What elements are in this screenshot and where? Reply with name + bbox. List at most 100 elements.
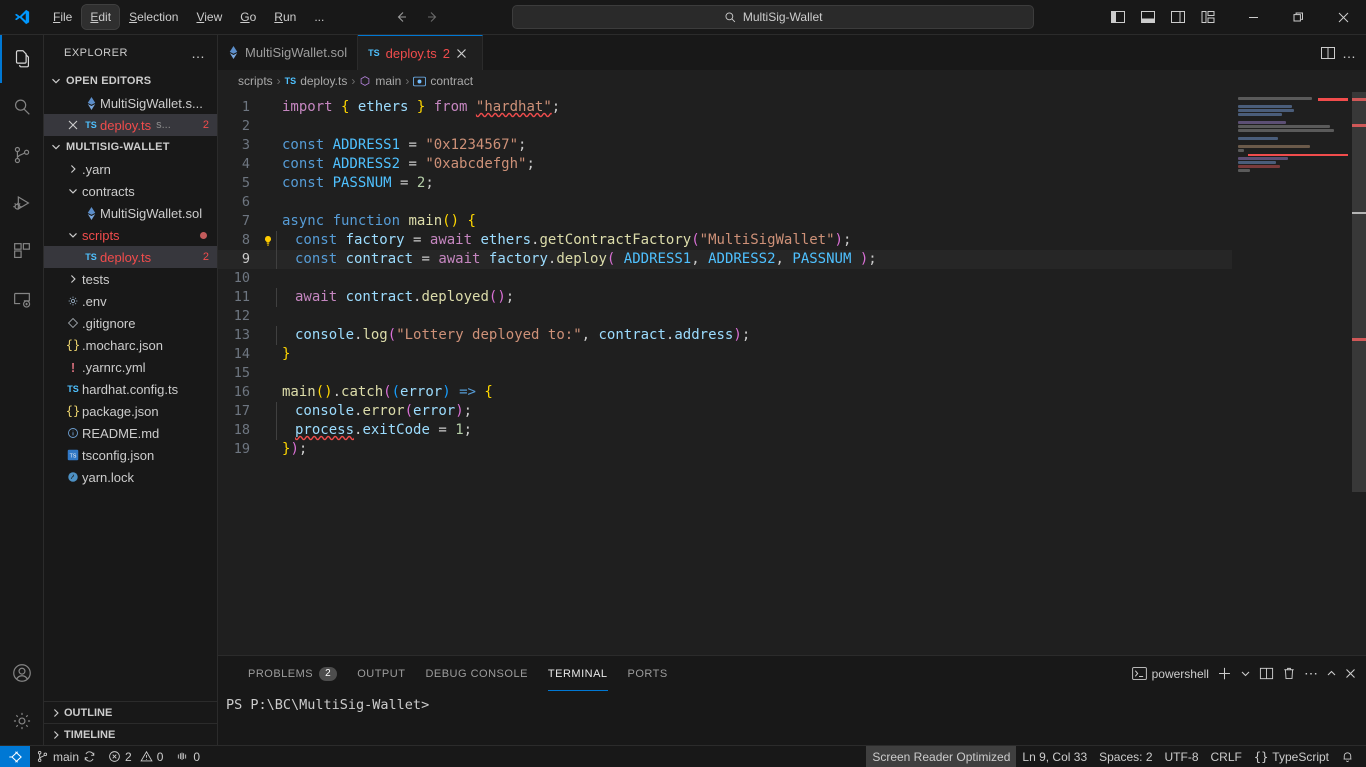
customize-layout-icon[interactable] [1195,4,1221,30]
minimize-button[interactable] [1231,0,1276,35]
breadcrumb-item-deploy-ts[interactable]: TS deploy.ts [285,74,348,88]
trash-icon[interactable] [1282,666,1296,681]
tree-item-tsconfig-json[interactable]: TS tsconfig.json [44,444,217,466]
scrollbar-thumb[interactable] [1352,92,1366,492]
menu-view[interactable]: View [188,5,230,29]
minimap[interactable] [1232,92,1352,655]
close-panel-icon[interactable] [1345,668,1356,679]
menu-go[interactable]: Go [232,5,264,29]
status-notifications[interactable] [1335,746,1360,767]
editor-scrollbar[interactable] [1352,92,1366,655]
split-terminal-icon[interactable] [1259,666,1274,681]
breadcrumb-item-main[interactable]: main [359,74,401,88]
section-timeline[interactable]: TIMELINE [44,723,217,745]
arrow-right-icon[interactable] [425,9,441,25]
breadcrumb-item-scripts[interactable]: scripts [238,74,273,88]
menu-edit[interactable]: Edit [81,4,121,30]
tab-deploy-ts[interactable]: TS deploy.ts 2 [358,35,483,70]
code-line[interactable]: 18 process.exitCode = 1; [218,421,1232,440]
tree-item-yarn[interactable]: .yarn [44,158,217,180]
code-lines[interactable]: 1 import { ethers } from "hardhat"; 2 3 cons… [218,92,1232,655]
code-line[interactable]: 13 console.log("Lottery deployed to:", co… [218,326,1232,345]
toggle-panel-icon[interactable] [1135,4,1161,30]
terminal-shell-selector[interactable]: powershell [1131,667,1209,681]
ellipsis-icon[interactable]: … [1342,45,1356,61]
lightbulb-icon[interactable] [260,235,276,247]
activitybar-item-explorer[interactable] [0,35,44,83]
code-line[interactable]: 10 [218,269,1232,288]
ellipsis-icon[interactable]: ⋯ [1304,665,1318,682]
activitybar-item-source-control[interactable] [0,131,44,179]
tree-item-yarnrc-yml[interactable]: ! .yarnrc.yml [44,356,217,378]
tree-item-multisigwallet-sol[interactable]: MultiSigWallet.sol [44,202,217,224]
code-line[interactable]: 3 const ADDRESS1 = "0x1234567"; [218,136,1232,155]
search-input[interactable]: MultiSig-Wallet [512,5,1035,29]
breadcrumb-item-contract[interactable]: contract [413,74,473,88]
code-line[interactable]: 14} [218,345,1232,364]
close-icon[interactable] [64,120,82,130]
menu-bar[interactable]: File Edit Selection View Go Run ... [44,0,333,34]
code-line[interactable]: 16 main().catch((error) => { [218,383,1232,402]
code-line[interactable]: 5 const PASSNUM = 2; [218,174,1232,193]
code-line[interactable]: 15 [218,364,1232,383]
split-editor-icon[interactable] [1320,45,1336,61]
code-line[interactable]: 1 import { ethers } from "hardhat"; [218,98,1232,117]
toggle-secondary-sidebar-icon[interactable] [1165,4,1191,30]
toggle-primary-sidebar-icon[interactable] [1105,4,1131,30]
tree-item-env[interactable]: .env [44,290,217,312]
status-language-mode[interactable]: {} TypeScript [1248,746,1335,767]
code-line[interactable]: 4 const ADDRESS2 = "0xabcdefgh"; [218,155,1232,174]
menu-selection[interactable]: Selection [121,5,186,29]
tree-item-yarn-lock[interactable]: yarn.lock [44,466,217,488]
status-screen-reader-mode[interactable]: Screen Reader Optimized [866,745,1017,767]
status-indentation[interactable]: Spaces: 2 [1093,746,1158,767]
code-line[interactable]: 11 await contract.deployed(); [218,288,1232,307]
section-project-root[interactable]: MULTISIG-WALLET [44,136,217,158]
activitybar-item-accounts[interactable] [0,649,44,697]
tree-item-tests[interactable]: tests [44,268,217,290]
tab-multisigwallet-sol[interactable]: MultiSigWallet.sol [218,35,359,70]
tab-ports[interactable]: PORTS [618,656,678,691]
activitybar-item-remote-explorer[interactable] [0,275,44,323]
sync-icon[interactable] [83,750,96,763]
menu-more[interactable]: ... [306,5,332,29]
status-eol[interactable]: CRLF [1205,746,1248,767]
remote-window-indicator[interactable] [0,745,30,767]
tree-item-hardhat-config-ts[interactable]: TS hardhat.config.ts [44,378,217,400]
open-editor-item-deploy[interactable]: TS deploy.ts s... 2 [44,114,217,136]
section-outline[interactable]: OUTLINE [44,701,217,723]
tree-item-deploy-ts[interactable]: TS deploy.ts 2 [44,246,217,268]
code-line[interactable]: 9 const contract = await factory.deploy( … [218,250,1232,269]
tree-item-readme-md[interactable]: README.md [44,422,217,444]
arrow-left-icon[interactable] [393,9,409,25]
activitybar-item-run-and-debug[interactable] [0,179,44,227]
maximize-panel-icon[interactable] [1326,668,1337,679]
activitybar-item-manage[interactable] [0,697,44,745]
close-button[interactable] [1321,0,1366,35]
section-open-editors[interactable]: OPEN EDITORS [44,70,217,92]
close-icon[interactable] [456,48,472,59]
status-ports[interactable]: 0 [169,746,206,767]
tree-item-mocharc-json[interactable]: {} .mocharc.json [44,334,217,356]
status-problems[interactable]: 2 0 [102,746,169,767]
restore-button[interactable] [1276,0,1321,35]
tree-item-contracts[interactable]: contracts [44,180,217,202]
menu-file[interactable]: File [45,5,80,29]
code-line[interactable]: 19}); [218,440,1232,459]
new-terminal-icon[interactable]: ＋ [1217,663,1232,684]
tab-terminal[interactable]: TERMINAL [538,656,618,691]
code-editor[interactable]: 1 import { ethers } from "hardhat"; 2 3 cons… [218,92,1366,655]
status-editor-position[interactable]: Ln 9, Col 33 [1016,746,1093,767]
chevron-down-icon[interactable] [1240,668,1251,679]
code-line[interactable]: 2 [218,117,1232,136]
code-line[interactable]: 8 const factory = await ethers.getContrac… [218,231,1232,250]
status-branch[interactable]: main [30,746,102,767]
tab-debug-console[interactable]: DEBUG CONSOLE [415,656,537,691]
tab-output[interactable]: OUTPUT [347,656,415,691]
code-line[interactable]: 6 [218,193,1232,212]
status-encoding[interactable]: UTF-8 [1159,746,1205,767]
activitybar-item-extensions[interactable] [0,227,44,275]
tree-item-gitignore[interactable]: .gitignore [44,312,217,334]
tree-item-scripts[interactable]: scripts [44,224,217,246]
menu-run[interactable]: Run [266,5,304,29]
